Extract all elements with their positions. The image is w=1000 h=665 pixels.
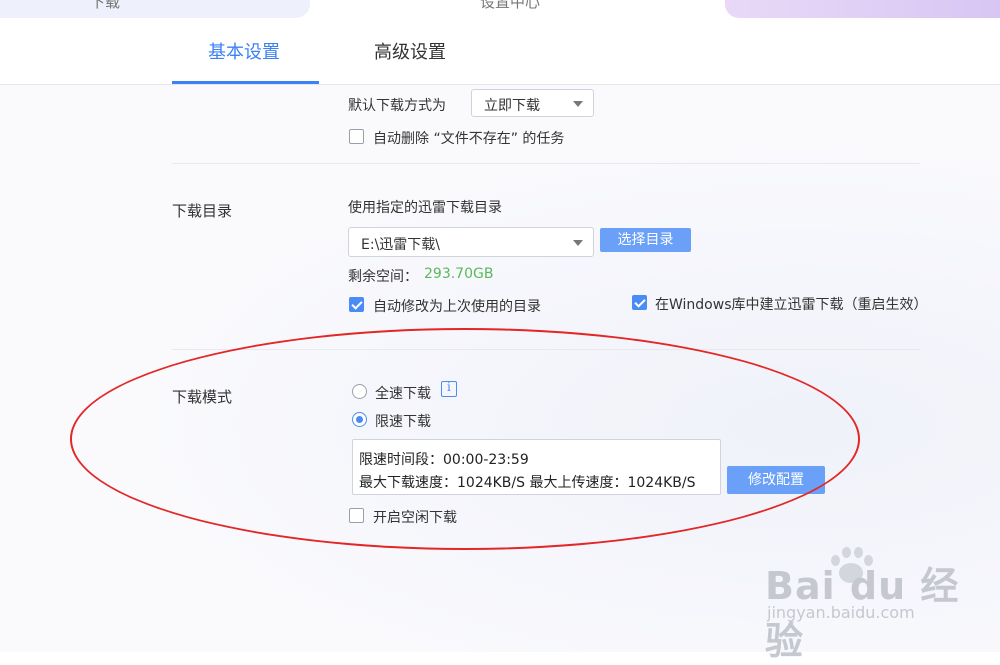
download-dir-path: E:\迅雷下载\: [361, 237, 440, 253]
download-dir-title: 下载目录: [172, 202, 233, 220]
windows-library-checkbox[interactable]: [632, 295, 647, 310]
baidu-watermark: Bai du 经验 jingyan.baidu.com: [765, 545, 985, 663]
active-tab-indicator: [172, 81, 319, 84]
download-dir-desc: 使用指定的迅雷下载目录: [348, 200, 502, 216]
default-download-select[interactable]: 立即下载: [471, 89, 594, 117]
title-strip: 下载 设置中心: [0, 0, 1000, 18]
windows-library-label: 在Windows库中建立迅雷下载（重启生效）: [655, 297, 928, 313]
left-title-tab[interactable]: 下载: [0, 0, 310, 18]
chevron-down-icon: [573, 240, 583, 246]
tab-basic-settings[interactable]: 基本设置: [208, 38, 280, 64]
tab-advanced-settings[interactable]: 高级设置: [374, 38, 446, 64]
left-title-text: 下载: [90, 0, 121, 11]
settings-tabs: 基本设置 高级设置: [0, 18, 1000, 85]
chevron-down-icon: [573, 101, 583, 107]
default-download-label: 默认下载方式为: [348, 98, 446, 114]
annotation-ellipse: [70, 328, 860, 550]
window-title: 设置中心: [480, 0, 541, 11]
download-dir-select[interactable]: E:\迅雷下载\: [348, 227, 594, 257]
right-title-tab[interactable]: [725, 0, 1000, 18]
auto-modify-dir-checkbox[interactable]: [349, 297, 364, 312]
divider: [172, 163, 920, 164]
auto-delete-checkbox[interactable]: [349, 129, 364, 144]
auto-delete-label: 自动删除 “文件不存在” 的任务: [373, 131, 565, 147]
watermark-url: jingyan.baidu.com: [767, 603, 915, 622]
free-space-value: 293.70GB: [424, 266, 494, 282]
auto-modify-dir-label: 自动修改为上次使用的目录: [373, 299, 541, 315]
choose-directory-button[interactable]: 选择目录: [600, 228, 691, 252]
default-download-value: 立即下载: [484, 98, 540, 114]
free-space-label: 剩余空间：: [348, 269, 418, 285]
